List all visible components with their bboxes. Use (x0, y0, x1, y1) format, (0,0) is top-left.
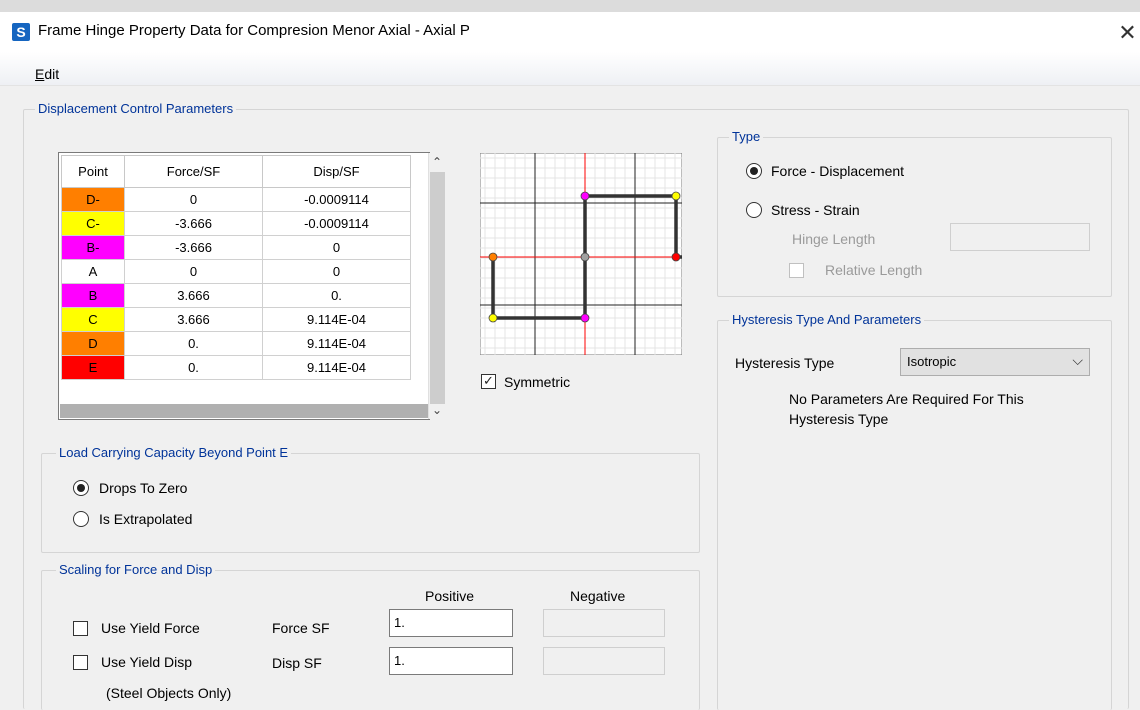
point-cell[interactable]: C- (61, 211, 125, 236)
table-row[interactable]: D- 0 -0.0009114 (61, 187, 411, 212)
stress-strain-radio[interactable] (746, 202, 762, 218)
table-scroll-thumb[interactable] (430, 172, 445, 404)
hinge-length-label: Hinge Length (792, 231, 876, 247)
point-a-marker (580, 252, 590, 262)
table-row[interactable]: B- -3.666 0 (61, 235, 411, 260)
disp-cell[interactable]: 0 (262, 259, 411, 284)
hysteresis-type-label: Hysteresis Type (735, 355, 835, 371)
load-capacity-group (41, 453, 700, 553)
point-e-marker (671, 252, 681, 262)
column-header-force: Force/SF (124, 155, 263, 188)
point-c-marker (671, 191, 681, 201)
relative-length-checkbox (789, 263, 804, 278)
hysteresis-type-value: Isotropic (907, 354, 957, 369)
table-row[interactable]: A00 (61, 259, 411, 284)
stress-strain-label: Stress - Strain (771, 202, 860, 218)
scaling-legend: Scaling for Force and Disp (56, 562, 216, 577)
force-cell[interactable]: 0 (124, 187, 263, 212)
hinge-length-input (950, 223, 1090, 251)
force-cell[interactable]: -3.666 (124, 235, 263, 260)
force-cell[interactable]: -3.666 (124, 211, 263, 236)
background-strip (0, 0, 1140, 12)
force-cell[interactable]: 3.666 (124, 283, 263, 308)
app-logo-icon: S (12, 23, 30, 41)
symmetric-checkbox[interactable] (481, 373, 496, 389)
table-row[interactable]: E 0. 9.114E-04 (61, 355, 411, 380)
type-legend: Type (729, 129, 764, 144)
disp-cell[interactable]: 0. (262, 283, 411, 308)
points-table[interactable]: Point Force/SF Disp/SF D- 0 -0.0009114 C- -3… (58, 152, 430, 420)
hysteresis-note-line2: Hysteresis Type (789, 411, 889, 427)
hysteresis-note-line1: No Parameters Are Required For This (789, 391, 1024, 407)
window-title: Frame Hinge Property Data for Compresion… (38, 22, 470, 39)
hinge-curve-plot (480, 153, 682, 355)
disp-cell[interactable]: 9.114E-04 (262, 331, 411, 356)
point-cell[interactable]: D (61, 331, 125, 356)
negative-header: Negative (570, 588, 626, 604)
table-row[interactable]: D 0. 9.114E-04 (61, 331, 411, 356)
use-yield-disp-label: Use Yield Disp (101, 654, 193, 670)
disp-sf-label: Disp SF (272, 655, 322, 671)
use-yield-disp-checkbox[interactable] (73, 655, 88, 670)
table-horizontal-scrollbar[interactable] (60, 404, 428, 418)
point-cell[interactable]: C (61, 307, 125, 332)
is-extrapolated-radio[interactable] (73, 511, 89, 527)
column-header-point: Point (61, 155, 125, 188)
menu-bar (0, 52, 1140, 86)
menu-edit[interactable]: Edit (35, 66, 59, 82)
close-button[interactable]: ✕ (1115, 18, 1140, 48)
point-c-minus-marker (488, 313, 498, 323)
hysteresis-group (717, 320, 1112, 710)
scroll-up-icon[interactable]: ⌃ (429, 155, 445, 169)
table-row[interactable]: C- -3.666 -0.0009114 (61, 211, 411, 236)
disp-cell[interactable]: -0.0009114 (262, 211, 411, 236)
drops-to-zero-radio[interactable] (73, 480, 89, 496)
disp-cell[interactable]: 9.114E-04 (262, 307, 411, 332)
point-cell[interactable]: A (61, 259, 125, 284)
table-row[interactable]: B 3.666 0. (61, 283, 411, 308)
drops-to-zero-label: Drops To Zero (99, 480, 188, 496)
force-sf-label: Force SF (272, 620, 330, 636)
force-cell[interactable]: 0 (124, 259, 263, 284)
disp-sf-negative-input (543, 647, 665, 675)
hysteresis-legend: Hysteresis Type And Parameters (729, 312, 925, 327)
force-cell[interactable]: 0. (124, 355, 263, 380)
hysteresis-type-select[interactable]: Isotropic ⌵ (900, 348, 1090, 376)
force-displacement-radio[interactable] (746, 163, 762, 179)
scroll-down-icon[interactable]: ⌄ (429, 403, 445, 417)
point-cell[interactable]: B- (61, 235, 125, 260)
steel-objects-note: (Steel Objects Only) (106, 685, 232, 701)
is-extrapolated-label: Is Extrapolated (99, 511, 193, 527)
use-yield-force-label: Use Yield Force (101, 620, 200, 636)
disp-cell[interactable]: 0 (262, 235, 411, 260)
force-sf-positive-input[interactable]: 1. (389, 609, 513, 637)
point-b-marker (580, 191, 590, 201)
displacement-control-legend: Displacement Control Parameters (35, 101, 237, 116)
force-cell[interactable]: 0. (124, 331, 263, 356)
force-sf-negative-input (543, 609, 665, 637)
use-yield-force-checkbox[interactable] (73, 621, 88, 636)
point-d-minus-marker (488, 252, 498, 262)
column-header-disp: Disp/SF (262, 155, 411, 188)
symmetric-label: Symmetric (504, 374, 571, 390)
disp-sf-positive-input[interactable]: 1. (389, 647, 513, 675)
chevron-down-icon: ⌵ (1072, 352, 1083, 368)
force-displacement-label: Force - Displacement (771, 163, 905, 179)
point-b-minus-marker (580, 313, 590, 323)
point-cell[interactable]: B (61, 283, 125, 308)
point-cell[interactable]: D- (61, 187, 125, 212)
load-capacity-legend: Load Carrying Capacity Beyond Point E (56, 445, 292, 460)
table-row[interactable]: C 3.666 9.114E-04 (61, 307, 411, 332)
disp-cell[interactable]: -0.0009114 (262, 187, 411, 212)
point-cell[interactable]: E (61, 355, 125, 380)
relative-length-label: Relative Length (825, 262, 923, 278)
force-cell[interactable]: 3.666 (124, 307, 263, 332)
positive-header: Positive (425, 588, 475, 604)
disp-cell[interactable]: 9.114E-04 (262, 355, 411, 380)
